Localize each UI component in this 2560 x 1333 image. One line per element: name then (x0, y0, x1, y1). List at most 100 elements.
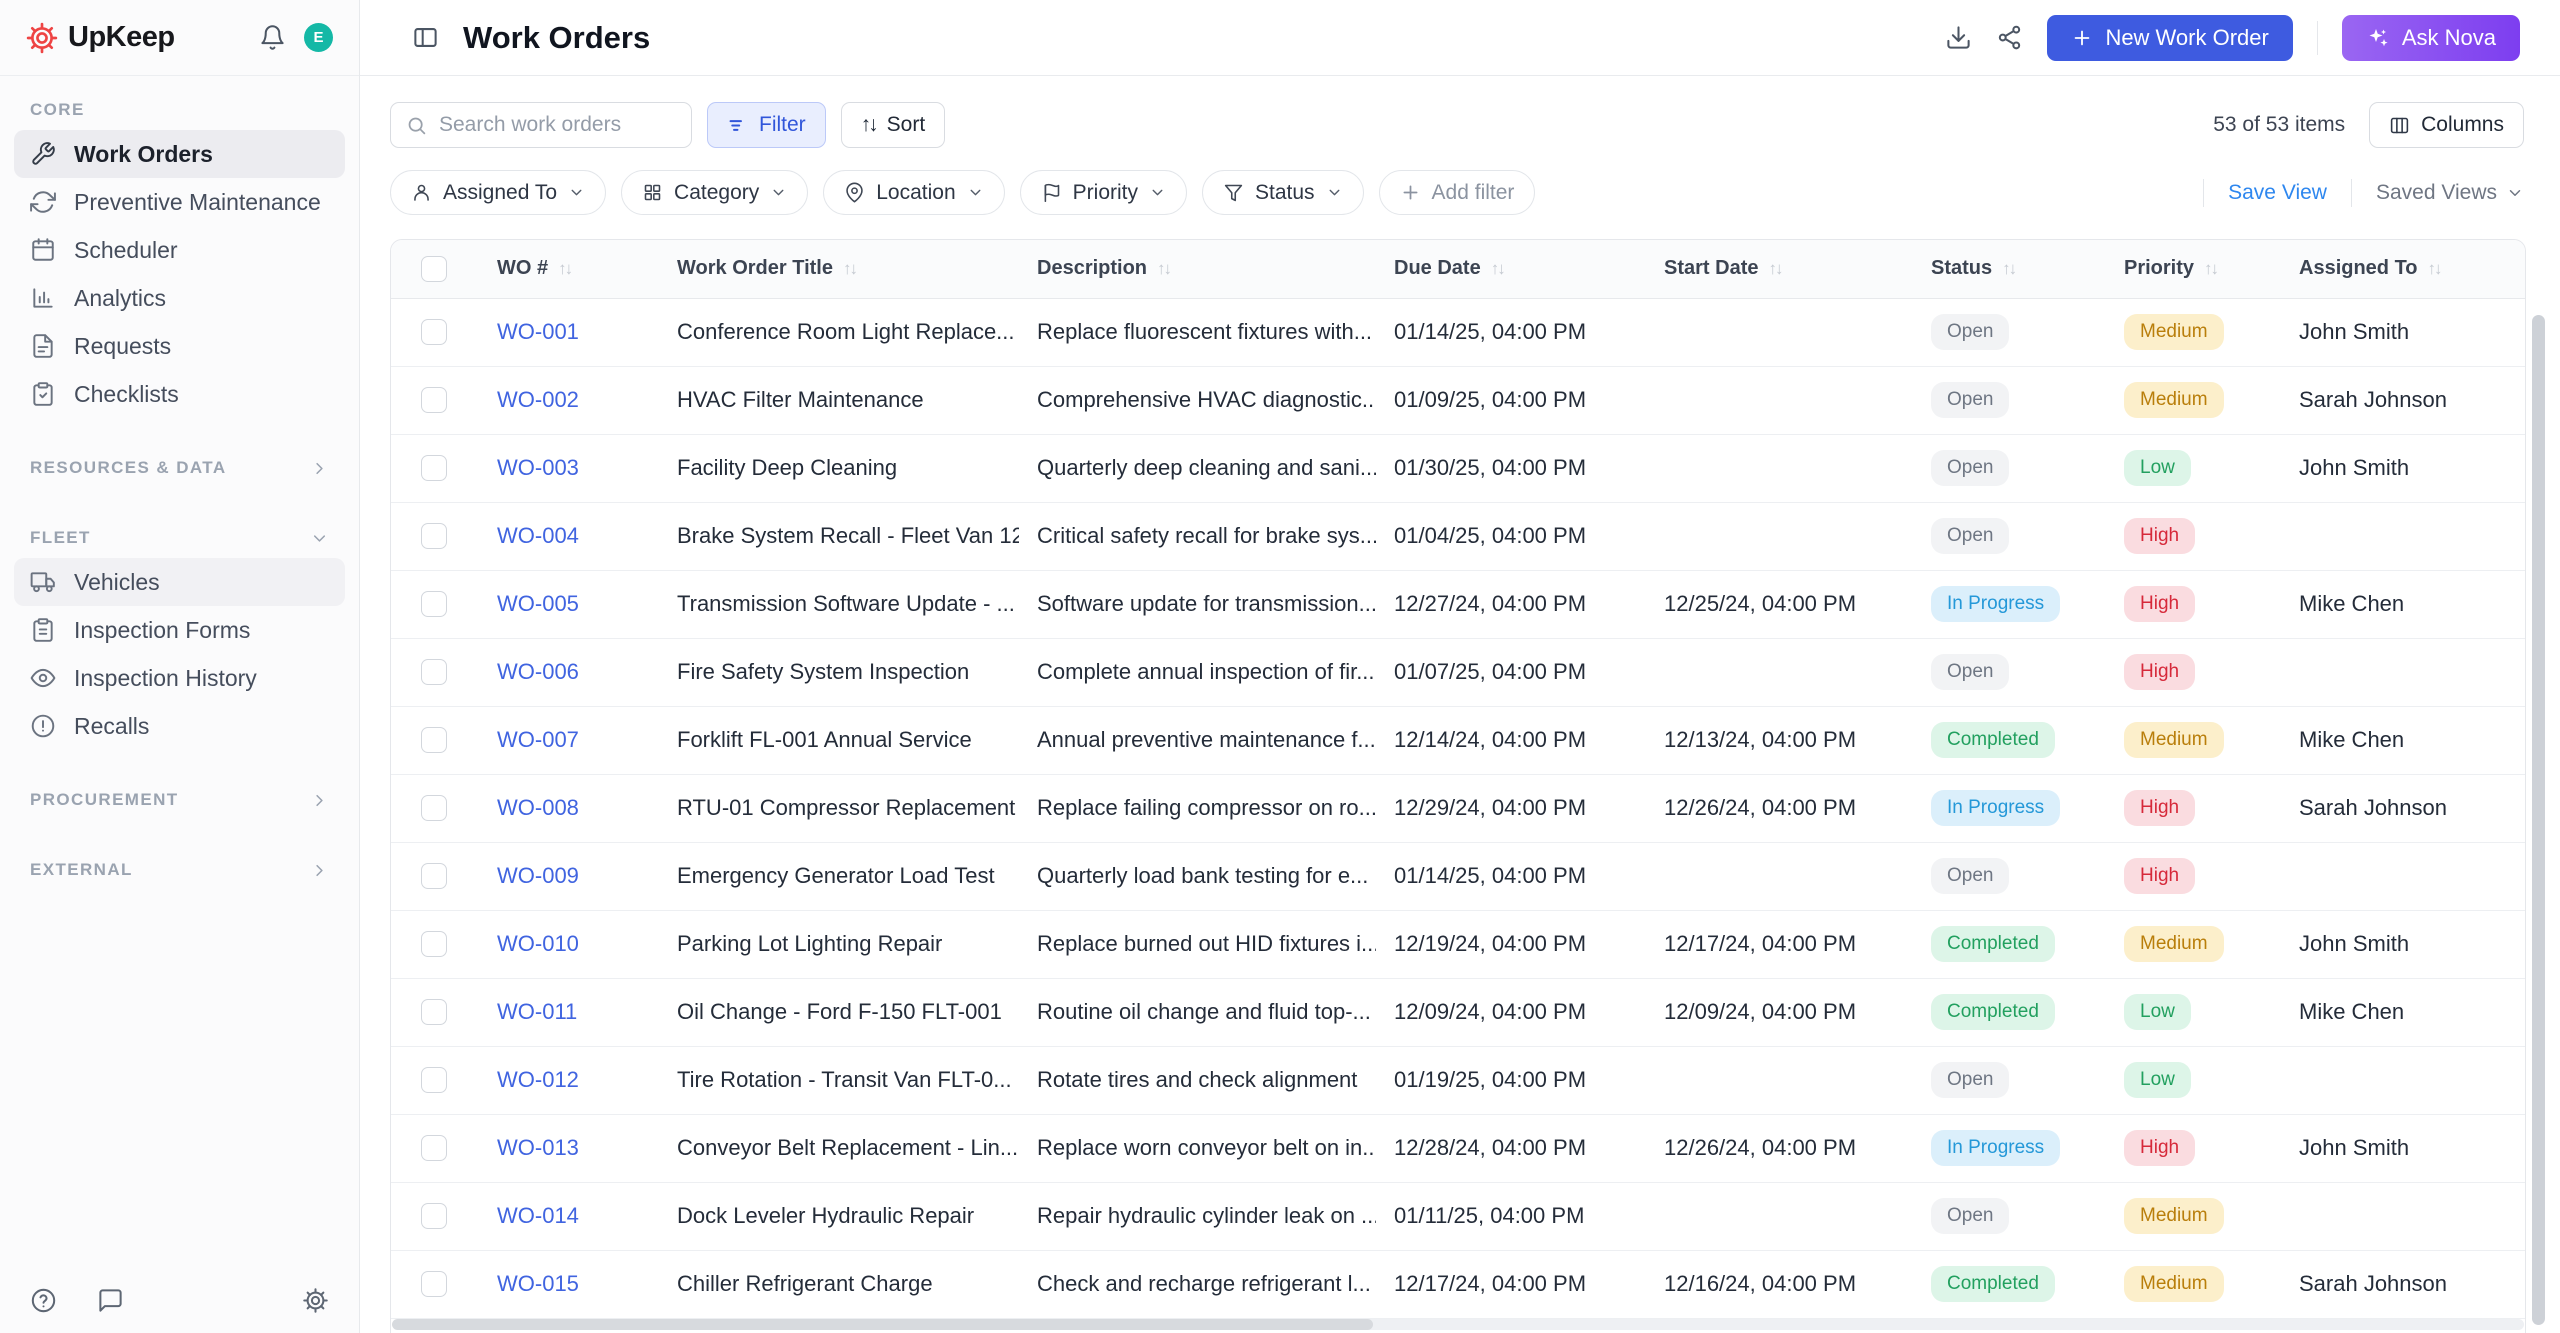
table-row[interactable]: WO-013 Conveyor Belt Replacement - Lin..… (391, 1114, 2525, 1183)
priority-badge: High (2124, 518, 2196, 554)
work-order-link[interactable]: WO-005 (497, 591, 579, 616)
column-header-description[interactable]: Description ↑↓ (1019, 240, 1376, 299)
work-order-link[interactable]: WO-002 (497, 387, 579, 412)
row-checkbox[interactable] (421, 931, 447, 957)
row-checkbox[interactable] (421, 1271, 447, 1297)
row-checkbox[interactable] (421, 727, 447, 753)
table-header-row: WO # ↑↓ Work Order Title ↑↓ Description ↑↓ … (391, 240, 2525, 299)
sidebar-item-vehicles[interactable]: Vehicles (14, 558, 345, 606)
sidebar-item-analytics[interactable]: Analytics (14, 274, 345, 322)
row-checkbox[interactable] (421, 863, 447, 889)
row-checkbox[interactable] (421, 999, 447, 1025)
column-header-title[interactable]: Work Order Title ↑↓ (659, 240, 1019, 299)
work-order-link[interactable]: WO-006 (497, 659, 579, 684)
work-order-link[interactable]: WO-014 (497, 1203, 579, 1228)
filter-chip-category[interactable]: Category (621, 170, 809, 215)
work-order-link[interactable]: WO-003 (497, 455, 579, 480)
section-label-resources-data[interactable]: RESOURCES & DATA (14, 446, 345, 488)
saved-views-button[interactable]: Saved Views (2376, 181, 2524, 205)
work-order-link[interactable]: WO-001 (497, 319, 579, 344)
sidebar-item-requests[interactable]: Requests (14, 322, 345, 370)
table-row[interactable]: WO-015 Chiller Refrigerant Charge Check … (391, 1250, 2525, 1319)
table-row[interactable]: WO-003 Facility Deep Cleaning Quarterly … (391, 434, 2525, 503)
row-checkbox[interactable] (421, 523, 447, 549)
sidebar-item-checklists[interactable]: Checklists (14, 370, 345, 418)
table-row[interactable]: WO-008 RTU-01 Compressor Replacement Rep… (391, 774, 2525, 843)
column-header-status[interactable]: Status ↑↓ (1913, 240, 2106, 299)
row-checkbox[interactable] (421, 1135, 447, 1161)
row-checkbox[interactable] (421, 659, 447, 685)
due-date-cell: 01/14/25, 04:00 PM (1376, 298, 1646, 367)
filter-button[interactable]: Filter (707, 102, 826, 148)
table-row[interactable]: WO-005 Transmission Software Update - ..… (391, 570, 2525, 639)
column-header-assigned-to[interactable]: Assigned To ↑↓ (2281, 240, 2525, 299)
notifications-bell-icon[interactable] (259, 24, 286, 51)
row-checkbox[interactable] (421, 387, 447, 413)
work-order-link[interactable]: WO-004 (497, 523, 579, 548)
table-row[interactable]: WO-009 Emergency Generator Load Test Qua… (391, 842, 2525, 911)
sort-button[interactable]: ↑↓ Sort (840, 102, 946, 148)
settings-gear-icon[interactable] (302, 1287, 329, 1314)
select-all-checkbox[interactable] (421, 255, 447, 282)
work-order-link[interactable]: WO-009 (497, 863, 579, 888)
work-order-link[interactable]: WO-011 (497, 999, 577, 1024)
save-view-button[interactable]: Save View (2228, 181, 2327, 205)
section-label-fleet[interactable]: FLEET (14, 516, 345, 558)
chevron-right-icon (310, 791, 329, 810)
row-checkbox[interactable] (421, 1203, 447, 1229)
section-label-external[interactable]: EXTERNAL (14, 848, 345, 890)
chevron-down-icon (1326, 184, 1343, 201)
work-order-link[interactable]: WO-012 (497, 1067, 579, 1092)
sidebar-item-preventive-maintenance[interactable]: Preventive Maintenance (14, 178, 345, 226)
work-order-link[interactable]: WO-010 (497, 931, 579, 956)
row-checkbox[interactable] (421, 319, 447, 345)
download-icon[interactable] (1945, 24, 1972, 51)
filter-chip-status[interactable]: Status (1202, 170, 1364, 215)
sidebar-item-scheduler[interactable]: Scheduler (14, 226, 345, 274)
filter-chip-priority[interactable]: Priority (1019, 170, 1187, 215)
filter-chip-location[interactable]: Location (823, 170, 1005, 215)
user-avatar[interactable]: E (304, 23, 333, 52)
new-work-order-button[interactable]: New Work Order (2047, 14, 2293, 61)
filter-chip-assigned-to[interactable]: Assigned To (390, 170, 607, 215)
column-header-start-date[interactable]: Start Date ↑↓ (1646, 240, 1913, 299)
work-order-link[interactable]: WO-015 (497, 1271, 579, 1296)
start-date-cell: 12/13/24, 04:00 PM (1646, 706, 1913, 775)
table-row[interactable]: WO-002 HVAC Filter Maintenance Comprehen… (391, 366, 2525, 435)
work-order-link[interactable]: WO-008 (497, 795, 579, 820)
due-date-cell: 01/19/25, 04:00 PM (1376, 1046, 1646, 1115)
sidebar-item-work-orders[interactable]: Work Orders (14, 130, 345, 178)
row-checkbox[interactable] (421, 795, 447, 821)
search-input[interactable] (439, 113, 676, 137)
table-row[interactable]: WO-011 Oil Change - Ford F-150 FLT-001 R… (391, 978, 2525, 1047)
work-order-link[interactable]: WO-013 (497, 1135, 579, 1160)
work-order-link[interactable]: WO-007 (497, 727, 579, 752)
table-row[interactable]: WO-006 Fire Safety System Inspection Com… (391, 638, 2525, 707)
sidebar-item-inspection-forms[interactable]: Inspection Forms (14, 606, 345, 654)
table-row[interactable]: WO-004 Brake System Recall - Fleet Van 1… (391, 502, 2525, 571)
row-checkbox[interactable] (421, 1067, 447, 1093)
section-label-procurement[interactable]: PROCUREMENT (14, 778, 345, 820)
column-header-priority[interactable]: Priority ↑↓ (2106, 240, 2281, 299)
column-header-due-date[interactable]: Due Date ↑↓ (1376, 240, 1646, 299)
share-icon[interactable] (1996, 24, 2023, 51)
table-row[interactable]: WO-001 Conference Room Light Replace... … (391, 298, 2525, 367)
ask-nova-button[interactable]: Ask Nova (2341, 14, 2520, 61)
horizontal-scrollbar[interactable] (392, 1319, 2524, 1330)
table-row[interactable]: WO-007 Forklift FL-001 Annual Service An… (391, 706, 2525, 775)
add-filter-button[interactable]: Add filter (1378, 170, 1536, 215)
columns-button[interactable]: Columns (2369, 102, 2524, 148)
row-checkbox[interactable] (421, 455, 447, 481)
table-row[interactable]: WO-010 Parking Lot Lighting Repair Repla… (391, 910, 2525, 979)
help-icon[interactable] (30, 1287, 57, 1314)
vertical-scrollbar[interactable] (2532, 315, 2545, 1325)
sidebar-toggle-icon[interactable] (412, 24, 439, 51)
column-header-wo[interactable]: WO # ↑↓ (479, 240, 659, 299)
row-checkbox[interactable] (421, 591, 447, 617)
sidebar-item-inspection-history[interactable]: Inspection History (14, 654, 345, 702)
table-row[interactable]: WO-012 Tire Rotation - Transit Van FLT-0… (391, 1046, 2525, 1115)
start-date-cell: 12/25/24, 04:00 PM (1646, 570, 1913, 639)
table-row[interactable]: WO-014 Dock Leveler Hydraulic Repair Rep… (391, 1182, 2525, 1251)
chat-icon[interactable] (97, 1287, 124, 1314)
sidebar-item-recalls[interactable]: Recalls (14, 702, 345, 750)
